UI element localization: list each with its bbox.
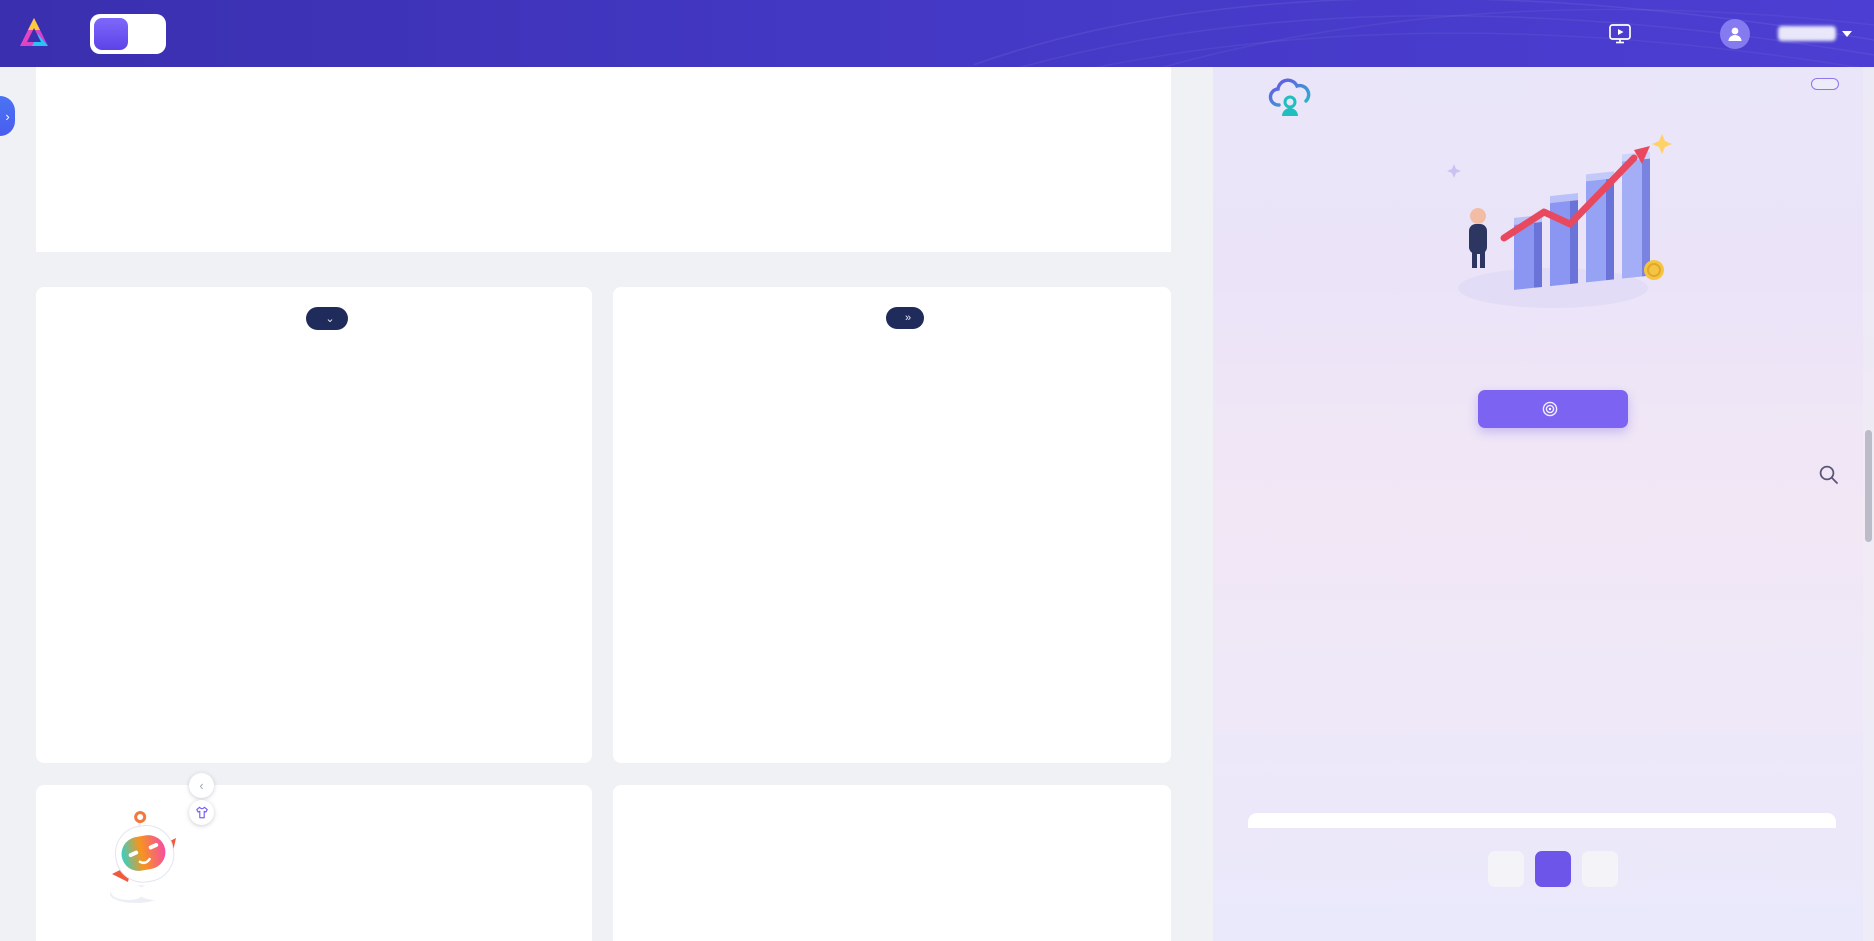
trend-sidebar [1213,0,1874,941]
theme-shirt-button[interactable] [189,800,214,825]
double-chevron-right-icon: » [905,312,911,324]
scrollbar-thumb[interactable] [1865,430,1872,542]
high-cited-filter-button[interactable]: ⌄ [306,307,347,330]
collapse-sidebar-button[interactable] [1811,78,1839,90]
welcome-user[interactable] [1772,26,1852,41]
person-icon [1726,25,1744,43]
tab-read-mode[interactable] [94,18,128,50]
top-navbar [0,0,1874,67]
pagination [1213,851,1874,887]
page-next-button[interactable] [1582,851,1618,887]
caret-down-icon [1842,31,1852,37]
orgs-bar-chart [613,785,1171,941]
page-prev-button[interactable] [1488,851,1524,887]
tab-create-mode[interactable] [128,18,162,50]
page-1-button[interactable] [1535,851,1571,887]
cnki-triangle-logo-icon [14,14,54,54]
trend-illustration [1418,120,1688,315]
journal-docs-button[interactable]: » [886,307,924,329]
history-item-partial[interactable] [1248,813,1836,828]
publications-polar-chart [58,339,578,751]
search-icon[interactable] [1818,464,1839,490]
mode-tabs [90,14,166,54]
track-new-trend-button[interactable] [1478,390,1628,428]
collapse-section-button[interactable]: ‹ [189,773,214,798]
app-logo[interactable] [14,14,62,54]
shirt-icon [195,806,209,819]
user-avatar[interactable] [1720,19,1750,49]
target-icon [1542,401,1558,417]
username-blurred [1778,26,1836,41]
apple-tree-cloud-icon [1268,72,1312,118]
chevron-down-icon: ⌄ [325,312,334,325]
card-top10-orgs [613,785,1171,941]
left-panel-expander[interactable]: › [0,96,15,136]
media-monitor-icon[interactable] [1608,23,1632,44]
app-window: ⌄ » ‹ [0,0,1874,941]
card-publications-10yr: ⌄ [36,287,592,763]
summary-article [36,55,1171,252]
card-top10-journals: » [613,287,1171,763]
ai-robot-mascot [98,808,202,904]
journals-radar-chart [612,333,1172,753]
